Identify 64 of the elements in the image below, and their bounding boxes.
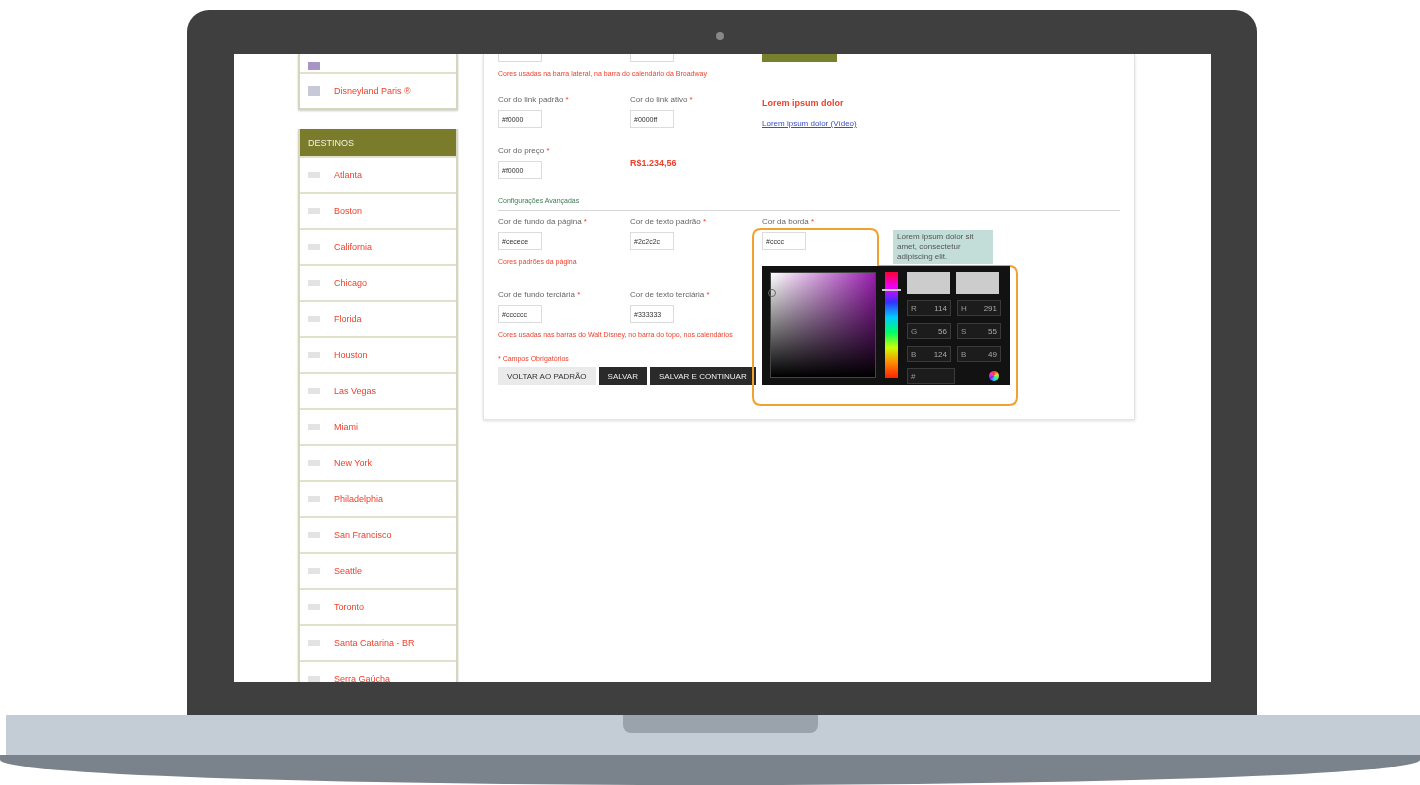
destination-link[interactable]: Seattle (334, 566, 363, 576)
thumbnail-icon (308, 208, 320, 214)
destination-link[interactable]: Houston (334, 350, 368, 360)
destination-link[interactable]: Atlanta (334, 170, 363, 180)
thumbnail-icon (308, 496, 320, 502)
thumbnail-icon (308, 352, 320, 358)
thumbnail-icon (308, 280, 320, 286)
thumbnail-icon (308, 244, 320, 250)
destination-link[interactable]: California (334, 242, 373, 252)
destination-link[interactable]: Santa Catarina - BR (334, 638, 415, 648)
field-label: Cor de texto terciária * (630, 290, 710, 299)
thumbnail-icon (308, 604, 320, 610)
destination-link[interactable]: San Francisco (334, 530, 392, 540)
thumbnail-icon (308, 86, 320, 96)
picker-field[interactable]: G 56 (907, 323, 951, 339)
form-button[interactable]: SALVAR E CONTINUAR (649, 367, 756, 385)
destination-link[interactable]: Philadelphia (334, 494, 384, 504)
thumbnail-icon (308, 172, 320, 178)
thumbnail-icon (308, 62, 320, 70)
field-label: Cor de fundo da página * (498, 217, 587, 226)
thumbnail-icon (308, 640, 320, 646)
destination-link[interactable]: Florida (334, 314, 362, 324)
field-label: Cor do link padrão * (498, 95, 569, 104)
thumbnail-icon (308, 676, 320, 682)
input-field[interactable] (498, 54, 542, 62)
camera-icon (716, 32, 724, 40)
hue-slider-handle[interactable] (882, 289, 901, 291)
destination-link[interactable]: Toronto (334, 602, 365, 612)
picker-field[interactable]: B 49 (957, 346, 1001, 362)
tooltip: Lorem ipsum dolor sit amet, consectetur adipiscing elit. (893, 230, 993, 264)
field-label: Cor da borda * (762, 217, 815, 226)
field-label: Cor de fundo terciária * (498, 290, 581, 299)
preview-link[interactable]: Lorem ipsum dolor (Vídeo) (762, 119, 857, 128)
field-label: Cor de texto padrão * (630, 217, 707, 226)
field-label: Cor do preço * (498, 146, 550, 155)
panel-header: DESTINOS (300, 129, 456, 156)
picker-field[interactable]: R 114 (907, 300, 951, 316)
hex-field[interactable]: # (907, 368, 955, 384)
price-preview: R$1.234,56 (630, 158, 677, 168)
attraction-link[interactable]: Disneyland Paris ® (334, 86, 411, 96)
color-swatch (956, 272, 999, 294)
thumbnail-icon (308, 460, 320, 466)
input-field[interactable] (630, 54, 674, 62)
destination-link[interactable]: Chicago (334, 278, 368, 288)
destination-link[interactable]: Las Vegas (334, 386, 377, 396)
destination-link[interactable]: Boston (334, 206, 363, 216)
destination-link[interactable]: New York (334, 458, 373, 468)
destination-link[interactable]: Miami (334, 422, 358, 432)
thumbnail-icon (308, 316, 320, 322)
picker-field[interactable]: B 124 (907, 346, 951, 362)
picker-field[interactable]: H 291 (957, 300, 1001, 316)
thumbnail-icon (308, 424, 320, 430)
preview-text: Lorem ipsum dolor (762, 98, 844, 108)
form-button[interactable]: SALVAR (598, 367, 647, 385)
color-wheel-icon[interactable] (989, 371, 999, 381)
form-button[interactable]: VOLTAR AO PADRÃO (498, 367, 596, 385)
thumbnail-icon (308, 532, 320, 538)
destination-link[interactable]: Serra Gaúcha (334, 674, 391, 682)
field-label: Cor do link ativo * (630, 95, 693, 104)
color-swatch (907, 272, 950, 294)
picker-field[interactable]: S 55 (957, 323, 1001, 339)
saturation-area[interactable] (770, 272, 876, 378)
thumbnail-icon (308, 568, 320, 574)
thumbnail-icon (308, 388, 320, 394)
